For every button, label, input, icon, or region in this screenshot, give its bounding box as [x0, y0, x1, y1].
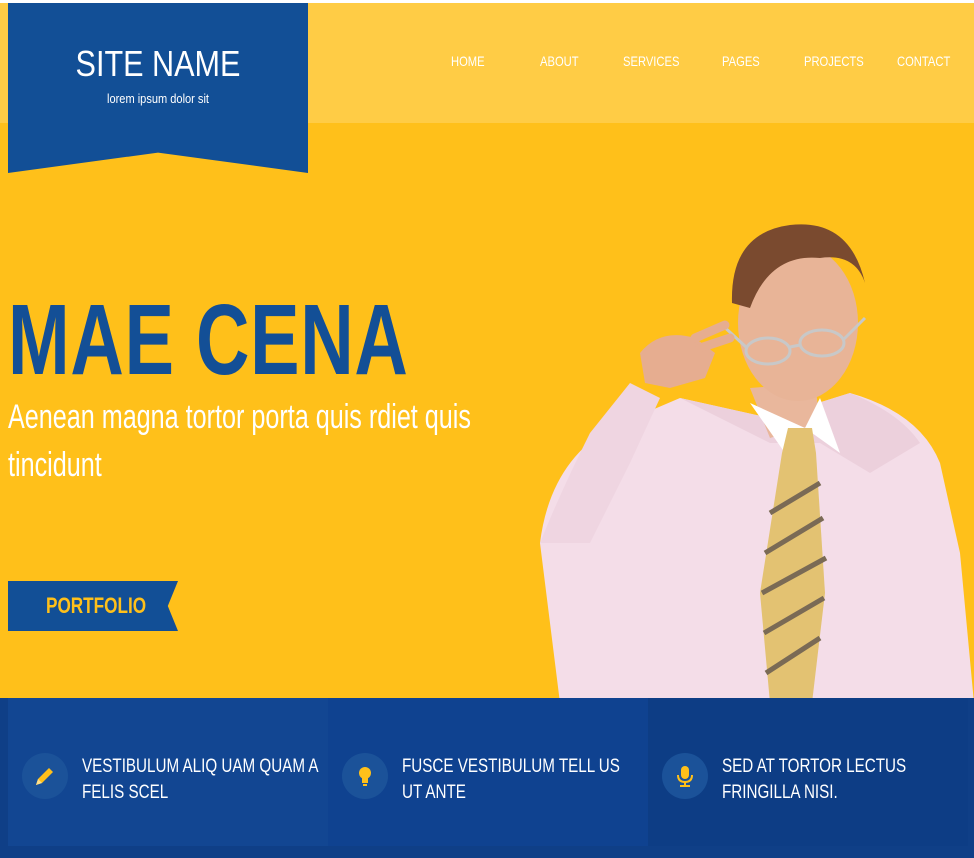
site-logo[interactable]: SITE NAME lorem ipsum dolor sit	[8, 3, 308, 173]
nav-pages[interactable]: PAGES	[722, 53, 760, 69]
hero-subtitle: Aenean magna tortor porta quis rdiet qui…	[8, 398, 471, 484]
hero-person-image	[540, 224, 974, 703]
feature-text: SED AT TORTOR LECTUS FRINGILLA NISI.	[722, 756, 907, 803]
nav-services[interactable]: SERVICES	[623, 53, 679, 69]
feature-card[interactable]: FUSCE VESTIBULUM TELL US UT ANTE	[328, 698, 648, 846]
feature-card[interactable]: VESTIBULUM ALIQ UAM QUAM A FELIS SCEL	[8, 698, 328, 846]
hero-title: MAE CENA	[8, 284, 409, 396]
pencil-icon	[22, 753, 68, 799]
feature-text: FUSCE VESTIBULUM TELL US UT ANTE	[402, 756, 620, 803]
nav-contact[interactable]: CONTACT	[897, 53, 950, 69]
features-strip: VESTIBULUM ALIQ UAM QUAM A FELIS SCEL FU…	[0, 698, 974, 858]
site-tagline: lorem ipsum dolor sit	[107, 91, 209, 106]
feature-card[interactable]: SED AT TORTOR LECTUS FRINGILLA NISI.	[648, 698, 968, 846]
portfolio-button-label: PORTFOLIO	[46, 593, 147, 618]
lightbulb-icon	[342, 753, 388, 799]
nav-projects[interactable]: PROJECTS	[804, 53, 864, 69]
nav-home[interactable]: HOME	[451, 53, 485, 69]
microphone-icon	[662, 753, 708, 799]
site-name: SITE NAME	[75, 43, 241, 84]
nav-about[interactable]: ABOUT	[540, 53, 579, 69]
portfolio-button[interactable]: PORTFOLIO	[8, 581, 178, 631]
feature-text: VESTIBULUM ALIQ UAM QUAM A FELIS SCEL	[82, 756, 318, 803]
page: SITE NAME lorem ipsum dolor sit HOME ABO…	[0, 3, 974, 858]
